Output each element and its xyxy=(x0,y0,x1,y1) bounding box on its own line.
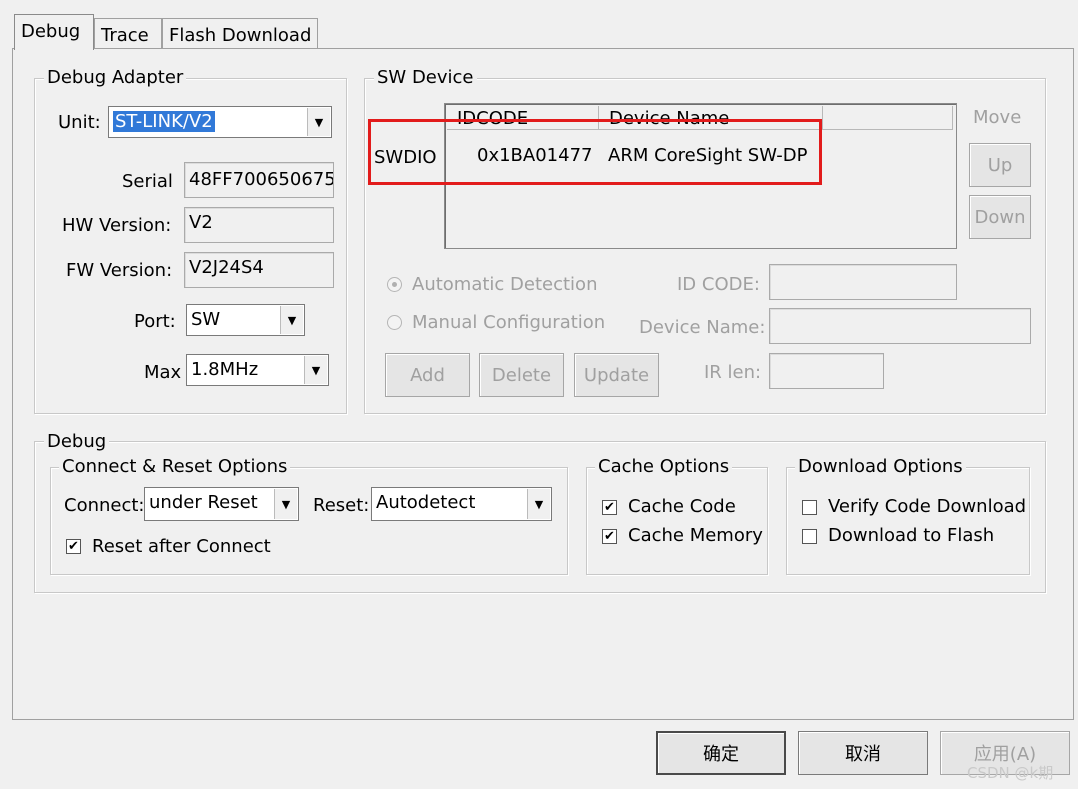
serial-label: Serial xyxy=(122,171,173,192)
max-label: Max xyxy=(144,362,182,383)
chevron-down-icon[interactable]: ▼ xyxy=(274,489,297,519)
tab-flash-download-label: Flash Download xyxy=(169,25,312,46)
tab-debug-label: Debug xyxy=(21,21,81,42)
reset-after-connect-checkbox[interactable]: ✔ xyxy=(66,539,81,554)
port-select-value: SW xyxy=(191,309,221,330)
verify-code-download-label: Verify Code Download xyxy=(828,496,1027,517)
cache-code-label: Cache Code xyxy=(628,496,736,517)
ok-button[interactable]: 确定 xyxy=(656,731,786,775)
debug-group-title: Debug xyxy=(44,431,110,452)
update-button[interactable]: Update xyxy=(574,353,659,397)
update-label: Update xyxy=(583,364,650,386)
add-label: Add xyxy=(410,364,445,386)
connect-label: Connect: xyxy=(64,495,145,516)
download-to-flash-label: Download to Flash xyxy=(828,525,995,546)
cache-memory-label: Cache Memory xyxy=(628,525,763,546)
move-down-label: Down xyxy=(974,206,1026,228)
unit-select[interactable]: ST-LINK/V2 ▼ xyxy=(108,106,332,138)
chevron-down-icon[interactable]: ▼ xyxy=(280,306,303,334)
cache-options-title: Cache Options xyxy=(595,456,733,477)
hw-version-label: HW Version: xyxy=(62,215,172,236)
reset-after-connect-label: Reset after Connect xyxy=(92,536,271,557)
add-button[interactable]: Add xyxy=(385,353,470,397)
unit-label: Unit: xyxy=(58,112,101,133)
chevron-down-icon[interactable]: ▼ xyxy=(527,489,550,519)
move-down-button[interactable]: Down xyxy=(969,195,1031,239)
port-label: Port: xyxy=(134,311,176,332)
hw-version-field: V2 xyxy=(184,207,334,243)
fw-version-label: FW Version: xyxy=(66,260,173,281)
cache-code-checkbox[interactable]: ✔ xyxy=(602,500,617,515)
cancel-button[interactable]: 取消 xyxy=(798,731,928,775)
delete-button[interactable]: Delete xyxy=(479,353,564,397)
automatic-detection-radio[interactable] xyxy=(387,277,402,292)
download-options-title: Download Options xyxy=(795,456,966,477)
reset-select-value: Autodetect xyxy=(376,492,476,513)
connect-reset-group xyxy=(50,467,568,575)
chevron-down-icon[interactable]: ▼ xyxy=(307,108,330,136)
connect-select-value: under Reset xyxy=(149,492,258,513)
move-up-button[interactable]: Up xyxy=(969,143,1031,187)
max-clock-select-value: 1.8MHz xyxy=(191,359,259,380)
device-name-input[interactable] xyxy=(769,308,1031,344)
watermark: CSDN @k期 xyxy=(967,764,1054,782)
cache-memory-checkbox[interactable]: ✔ xyxy=(602,529,617,544)
connect-reset-title: Connect & Reset Options xyxy=(59,456,291,477)
reset-select[interactable]: Autodetect ▼ xyxy=(371,487,552,521)
automatic-detection-label: Automatic Detection xyxy=(412,274,598,295)
chevron-down-icon[interactable]: ▼ xyxy=(304,356,327,384)
tab-trace[interactable]: Trace xyxy=(94,18,162,49)
serial-field: 48FF7006506754 xyxy=(184,162,334,198)
download-to-flash-checkbox[interactable] xyxy=(802,529,817,544)
delete-label: Delete xyxy=(491,364,552,386)
fw-version-field: V2J24S4 xyxy=(184,252,334,288)
cancel-label: 取消 xyxy=(845,744,881,765)
download-options-group xyxy=(786,467,1030,575)
tab-flash-download[interactable]: Flash Download xyxy=(162,18,318,49)
manual-configuration-label: Manual Configuration xyxy=(412,312,606,333)
connect-select[interactable]: under Reset ▼ xyxy=(144,487,299,521)
move-label: Move xyxy=(973,107,1022,128)
highlight-box xyxy=(368,119,822,185)
id-code-label: ID CODE: xyxy=(677,274,760,295)
unit-select-value: ST-LINK/V2 xyxy=(113,111,215,132)
verify-code-download-checkbox[interactable] xyxy=(802,500,817,515)
id-code-input[interactable] xyxy=(769,264,957,300)
tab-trace-label: Trace xyxy=(101,25,149,46)
manual-configuration-radio[interactable] xyxy=(387,315,402,330)
sw-device-title: SW Device xyxy=(374,67,477,88)
column-header-empty xyxy=(823,106,953,130)
port-select[interactable]: SW ▼ xyxy=(186,304,305,336)
reset-label: Reset: xyxy=(313,495,370,516)
debug-adapter-title: Debug Adapter xyxy=(44,67,187,88)
cache-options-group xyxy=(586,467,768,575)
device-name-label: Device Name: xyxy=(639,317,766,338)
ok-label: 确定 xyxy=(703,744,739,765)
tab-debug[interactable]: Debug xyxy=(14,14,94,50)
move-up-label: Up xyxy=(987,154,1013,176)
ir-len-input[interactable] xyxy=(769,353,884,389)
max-clock-select[interactable]: 1.8MHz ▼ xyxy=(186,354,329,386)
ir-len-label: IR len: xyxy=(704,362,762,383)
